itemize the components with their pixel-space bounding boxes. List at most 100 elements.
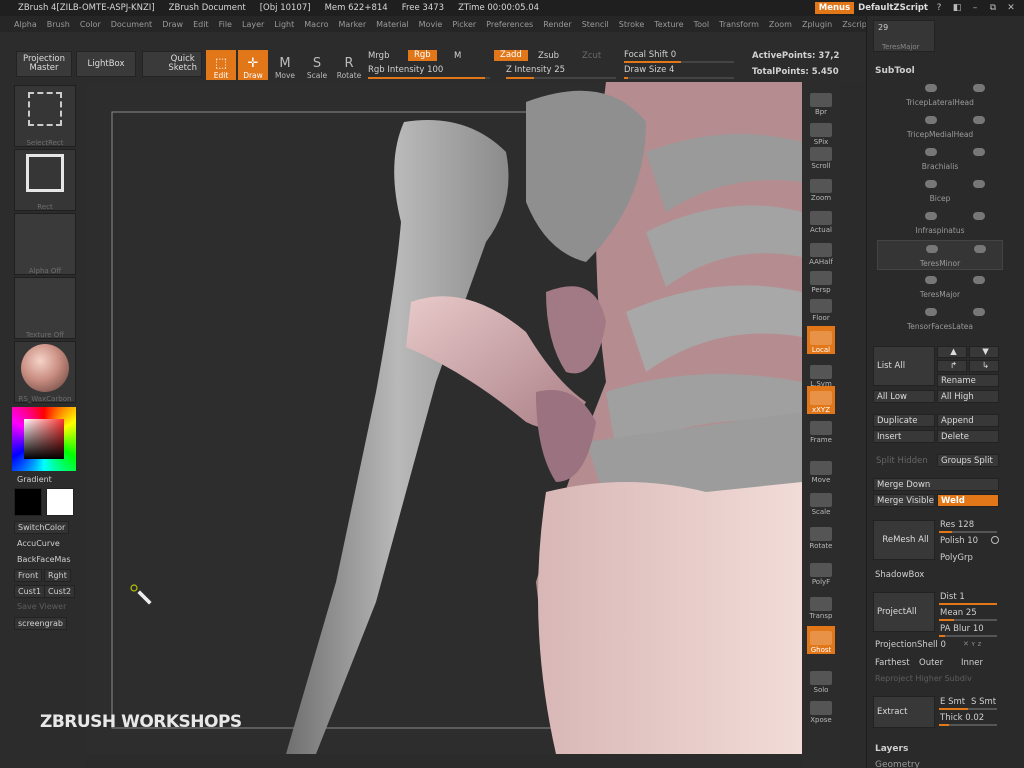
cust2-button[interactable]: Cust2 xyxy=(44,585,76,598)
screengrab-button[interactable]: screengrab xyxy=(14,617,67,630)
view-scale-button[interactable]: Scale xyxy=(807,488,835,516)
menu-color[interactable]: Color xyxy=(80,20,101,29)
scale-tool[interactable]: S Scale xyxy=(302,50,332,81)
rgb-button[interactable]: Rgb xyxy=(408,50,437,61)
arrow-up-right-icon[interactable]: ↱ xyxy=(937,360,967,372)
eye-icon[interactable] xyxy=(973,276,985,284)
eye-icon[interactable] xyxy=(973,148,985,156)
view-bpr-button[interactable]: Bpr xyxy=(807,88,835,116)
view-l-sym-button[interactable]: L.Sym xyxy=(807,360,835,388)
polygroup-button[interactable]: PolyGrp xyxy=(940,553,973,563)
menus-button[interactable]: Menus xyxy=(814,2,855,14)
projection-master-button[interactable]: Projection Master xyxy=(16,51,72,77)
view-zoom-button[interactable]: Zoom xyxy=(807,174,835,202)
subtool-item[interactable]: TeresMajor xyxy=(877,272,1003,302)
visibility-toggle-icon[interactable] xyxy=(925,148,937,156)
subtool-item[interactable]: Infraspinatus xyxy=(877,208,1003,238)
pa-blur-track[interactable] xyxy=(939,635,997,637)
draw-tool[interactable]: ✛ Draw xyxy=(238,50,268,80)
move-down-icon[interactable]: ▼ xyxy=(969,346,999,358)
projection-shell-slider[interactable]: ProjectionShell 0 xyxy=(875,640,946,650)
menu-tool[interactable]: Tool xyxy=(694,20,710,29)
layout-icon[interactable]: ◧ xyxy=(950,2,964,14)
visibility-toggle-icon[interactable] xyxy=(925,276,937,284)
subtool-item[interactable]: TricepMedialHead xyxy=(877,112,1003,142)
material-picker[interactable]: RS_WaxCarbon xyxy=(14,341,76,403)
zcut-button[interactable]: Zcut xyxy=(582,51,601,61)
menu-movie[interactable]: Movie xyxy=(419,20,443,29)
thick-slider[interactable]: Thick 0.02 xyxy=(940,713,984,723)
front-button[interactable]: Front xyxy=(14,569,43,582)
eye-icon[interactable] xyxy=(973,308,985,316)
zsub-button[interactable]: Zsub xyxy=(538,51,559,61)
menu-light[interactable]: Light xyxy=(274,20,294,29)
sculpt-viewport[interactable] xyxy=(86,82,802,754)
z-intensity-slider[interactable]: Z Intensity 25 xyxy=(506,65,565,75)
cust1-button[interactable]: Cust1 xyxy=(14,585,46,598)
dist-slider[interactable]: Dist 1 xyxy=(940,592,965,602)
texture-picker[interactable]: Texture Off xyxy=(14,277,76,339)
merge-visible-button[interactable]: Merge Visible xyxy=(873,494,935,507)
main-color-swatch[interactable] xyxy=(14,488,42,516)
quick-sketch-button[interactable]: Quick Sketch xyxy=(142,51,202,77)
subtool-item[interactable]: Bicep xyxy=(877,176,1003,206)
s-smt-slider[interactable]: S Smt xyxy=(971,697,996,707)
outer-toggle[interactable]: Outer xyxy=(919,658,943,668)
backface-mask-button[interactable]: BackFaceMas xyxy=(14,554,73,565)
draw-size-slider[interactable]: Draw Size 4 xyxy=(624,65,674,75)
menu-transform[interactable]: Transform xyxy=(719,20,759,29)
menu-edit[interactable]: Edit xyxy=(193,20,209,29)
m-button[interactable]: M xyxy=(454,51,461,61)
list-all-button[interactable]: List All xyxy=(873,346,935,386)
view-actual-button[interactable]: Actual xyxy=(807,206,835,234)
eye-icon[interactable] xyxy=(973,212,985,220)
eye-icon[interactable] xyxy=(973,180,985,188)
default-zscript-button[interactable]: DefaultZScript xyxy=(858,3,928,13)
draw-size-track[interactable] xyxy=(624,77,734,79)
xyz-axis-icon[interactable]: ✕ ʏ ᴢ xyxy=(963,640,981,648)
save-viewer-button[interactable]: Save Viewer xyxy=(14,601,69,612)
project-all-button[interactable]: ProjectAll xyxy=(873,592,935,632)
menu-picker[interactable]: Picker xyxy=(452,20,476,29)
view-solo-button[interactable]: Solo xyxy=(807,666,835,694)
restore-icon[interactable]: ⧉ xyxy=(986,2,1000,14)
arrow-down-right-icon[interactable]: ↳ xyxy=(969,360,999,372)
pa-blur-slider[interactable]: PA Blur 10 xyxy=(940,624,984,634)
mrgb-button[interactable]: Mrgb xyxy=(368,51,389,61)
duplicate-button[interactable]: Duplicate xyxy=(873,414,935,427)
view-ghost-button[interactable]: Ghost xyxy=(807,626,835,654)
visibility-toggle-icon[interactable] xyxy=(925,84,937,92)
subtool-item[interactable]: TeresMinor xyxy=(877,240,1003,270)
menu-file[interactable]: File xyxy=(219,20,232,29)
menu-document[interactable]: Document xyxy=(111,20,152,29)
menu-marker[interactable]: Marker xyxy=(338,20,366,29)
e-smt-slider[interactable]: E Smt xyxy=(940,697,965,707)
view-move-button[interactable]: Move xyxy=(807,456,835,484)
view-aahalf-button[interactable]: AAHalf xyxy=(807,238,835,266)
menu-material[interactable]: Material xyxy=(376,20,409,29)
append-button[interactable]: Append xyxy=(937,414,999,427)
minimize-icon[interactable]: – xyxy=(968,2,982,14)
accu-curve-button[interactable]: AccuCurve xyxy=(14,538,63,549)
res-track[interactable] xyxy=(939,531,997,533)
visibility-toggle-icon[interactable] xyxy=(926,245,938,253)
move-tool[interactable]: M Move xyxy=(270,50,300,81)
current-subtool-thumb[interactable]: 29 TeresMajor xyxy=(873,20,935,52)
lightbox-button[interactable]: LightBox xyxy=(76,51,136,77)
close-icon[interactable]: ✕ xyxy=(1004,2,1018,14)
all-high-button[interactable]: All High xyxy=(937,390,999,403)
menu-zplugin[interactable]: Zplugin xyxy=(802,20,832,29)
edit-tool[interactable]: ⬚ Edit xyxy=(206,50,236,80)
secondary-color-swatch[interactable] xyxy=(46,488,74,516)
view-polyf-button[interactable]: PolyF xyxy=(807,558,835,586)
smt-track[interactable] xyxy=(939,708,997,710)
shadowbox-button[interactable]: ShadowBox xyxy=(875,570,924,580)
menu-alpha[interactable]: Alpha xyxy=(14,20,37,29)
rotate-tool[interactable]: R Rotate xyxy=(334,50,364,81)
view-xxyz-button[interactable]: xXYZ xyxy=(807,386,835,414)
subtool-item[interactable]: TricepLateralHead xyxy=(877,80,1003,110)
menu-preferences[interactable]: Preferences xyxy=(486,20,533,29)
rgb-intensity-slider[interactable]: Rgb Intensity 100 xyxy=(368,65,443,75)
view-transp-button[interactable]: Transp xyxy=(807,592,835,620)
subtool-section-title[interactable]: SubTool xyxy=(875,66,915,76)
